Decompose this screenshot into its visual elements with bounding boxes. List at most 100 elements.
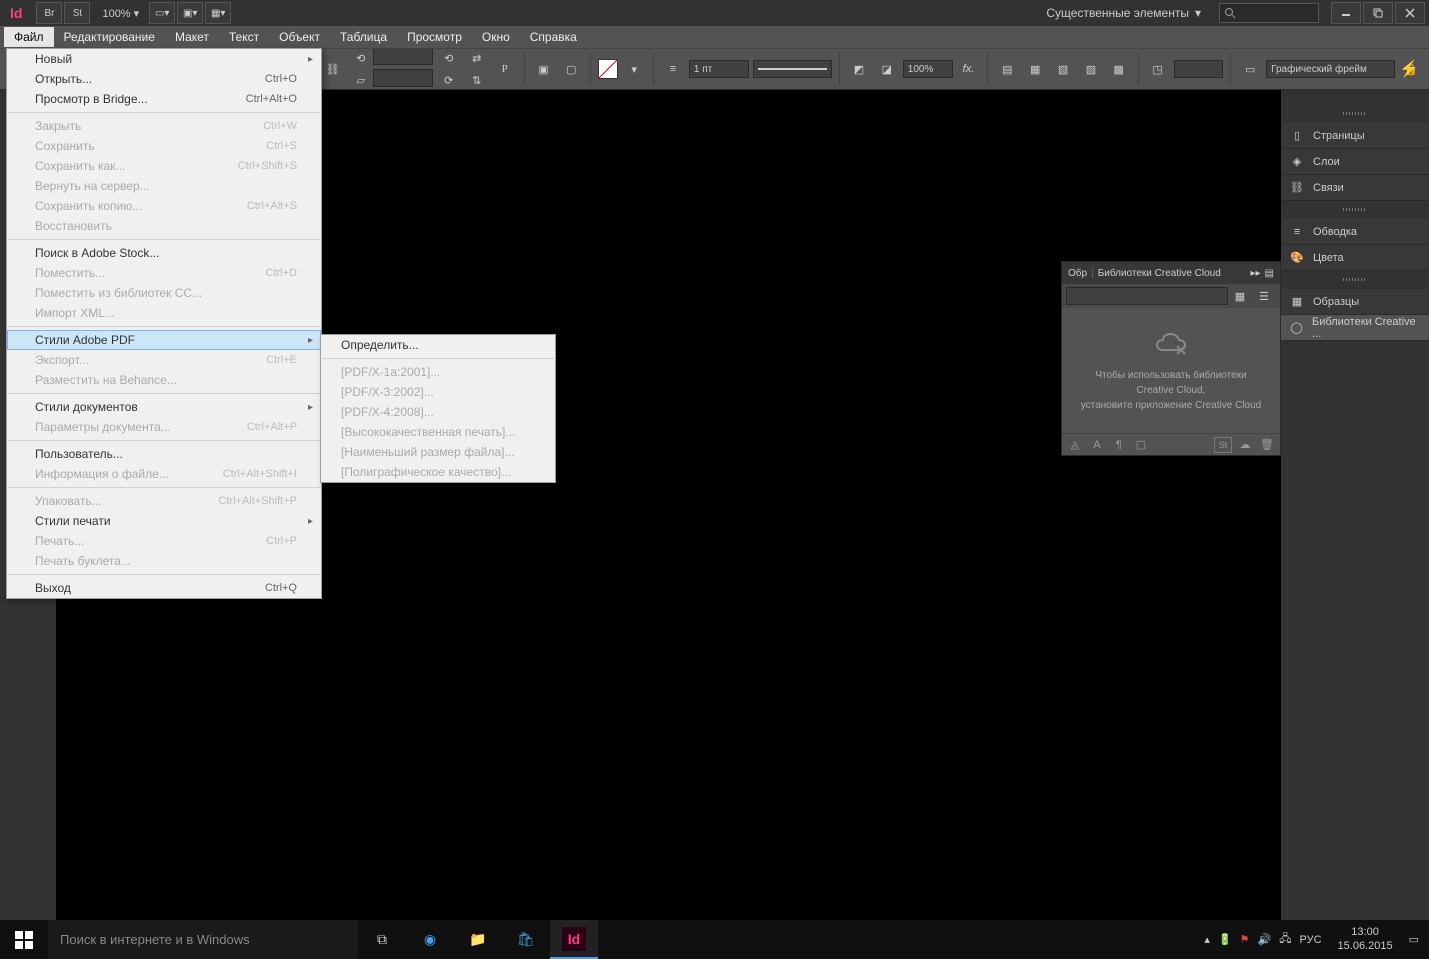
close-button[interactable] [1395,2,1425,24]
zoom-level[interactable]: 100% ▾ [102,7,139,20]
menu-редактирование[interactable]: Редактирование [54,27,165,47]
text-wrap-bound-icon[interactable]: ▦ [1024,59,1046,79]
tray-network-icon[interactable]: 🖧 [1279,930,1291,949]
text-wrap-jump-icon[interactable]: ▨ [1080,59,1102,79]
cc-foot-trash-icon[interactable]: 🗑 [1258,437,1276,453]
taskbar-explorer-icon[interactable]: 📁 [454,920,502,959]
panel-color[interactable]: 🎨Цвета [1281,245,1429,271]
menu-текст[interactable]: Текст [219,27,269,47]
taskbar-search[interactable]: Поиск в интернете и в Windows [48,920,358,959]
corner-options-icon[interactable]: ◳ [1147,59,1169,79]
panel-cc-libraries[interactable]: ◯Библиотеки Creative ... [1281,315,1429,341]
text-wrap-column-icon[interactable]: ▩ [1108,59,1130,79]
cc-foot-color-icon[interactable]: ▢ [1132,437,1150,453]
cc-foot-artwork-icon[interactable]: ◬ [1066,437,1084,453]
text-wrap-shape-icon[interactable]: ▧ [1052,59,1074,79]
menu-таблица[interactable]: Таблица [330,27,397,47]
start-button[interactable] [0,920,48,959]
convert-shape-icon[interactable]: ▭ [1239,59,1261,79]
menu-item-label: Информация о файле... [35,467,169,481]
file-menu-item[interactable]: Новый [7,49,321,69]
maximize-button[interactable] [1363,2,1393,24]
file-menu-item[interactable]: Стили Adobe PDF [7,330,321,350]
pages-icon: ▯ [1289,128,1305,144]
workspace-switcher[interactable]: Существенные элементы▾ [1038,4,1209,22]
minimize-button[interactable] [1331,2,1361,24]
cc-foot-cloud-icon[interactable]: ☁ [1236,437,1254,453]
flip-v-icon[interactable]: ⇅ [466,70,488,90]
cc-tab-left[interactable]: Обр [1068,268,1087,279]
arrange-button[interactable]: ▦▾ [205,2,231,24]
taskbar-edge-icon[interactable]: ◉ [406,920,454,959]
publish-online-icon[interactable]: ⚡ [1399,59,1419,79]
panel-links[interactable]: ⛓Связи [1281,175,1429,201]
cc-list-view-icon[interactable]: ☰ [1253,286,1275,306]
text-wrap-none-icon[interactable]: ▤ [996,59,1018,79]
fill-dropdown-icon[interactable]: ▾ [623,59,645,79]
drop-shadow-icon[interactable]: ◪ [876,59,898,79]
rotate-cw-icon[interactable]: ⟳ [438,70,460,90]
titlebar: Id Br St 100% ▾ ▭▾ ▣▾ ▦▾ Существенные эл… [0,0,1429,26]
stroke-weight-field[interactable]: 1 пт [689,60,749,78]
pdf-submenu-item[interactable]: Определить... [321,335,555,355]
menu-справка[interactable]: Справка [520,27,587,47]
rotate-ccw-icon[interactable]: ⟲ [438,48,460,68]
cc-foot-char-icon[interactable]: A [1088,437,1106,453]
file-menu-item[interactable]: Стили документов [7,397,321,417]
rotate-field[interactable] [373,48,433,65]
tray-lang[interactable]: РУС [1300,934,1322,946]
screen-mode-button[interactable]: ▣▾ [177,2,203,24]
corner-field[interactable] [1174,60,1224,78]
cc-collapse-icon[interactable]: ▸▸ [1251,268,1261,279]
reflection-p-icon[interactable]: P [494,59,516,79]
opacity-basic-icon[interactable]: ◩ [848,59,870,79]
menu-файл[interactable]: Файл [4,27,54,47]
file-menu-item[interactable]: Поиск в Adobe Stock... [7,243,321,263]
cc-foot-stock-icon[interactable]: St [1214,437,1232,453]
panel-pages[interactable]: ▯Страницы [1281,123,1429,149]
menu-item-shortcut: Ctrl+Alt+O [246,93,297,105]
file-menu-item[interactable]: Открыть...Ctrl+O [7,69,321,89]
constrain-scale-icon[interactable]: ⛓ [322,59,344,79]
tray-up-icon[interactable]: ▴ [1204,933,1210,946]
tray-clock[interactable]: 13:00 15.06.2015 [1330,926,1401,952]
cc-library-select[interactable] [1066,287,1228,305]
cc-menu-icon[interactable]: ▤ [1265,268,1274,279]
fx-icon[interactable]: fx. [958,59,980,79]
view-options-button[interactable]: ▭▾ [149,2,175,24]
fill-swatch[interactable] [598,59,618,79]
file-menu-item[interactable]: Стили печати [7,511,321,531]
right-panel-dock: ▯Страницы ◈Слои ⛓Связи ≡Обводка 🎨Цвета ▦… [1281,105,1429,341]
select-content-icon[interactable]: ▢ [560,59,582,79]
tray-volume-icon[interactable]: 🔊 [1258,933,1272,946]
help-search[interactable] [1219,3,1319,23]
file-menu-item[interactable]: Просмотр в Bridge...Ctrl+Alt+O [7,89,321,109]
panel-layers[interactable]: ◈Слои [1281,149,1429,175]
opacity-field[interactable]: 100% [903,60,953,78]
stock-button[interactable]: St [64,2,90,24]
menu-окно[interactable]: Окно [472,27,520,47]
tray-security-icon[interactable]: ⚑ [1240,933,1250,946]
taskbar-indesign-icon[interactable]: Id [550,920,598,959]
select-container-icon[interactable]: ▣ [533,59,555,79]
stroke-style-field[interactable] [753,60,833,78]
menu-объект[interactable]: Объект [269,27,330,47]
shear-field[interactable] [373,69,433,87]
menu-макет[interactable]: Макет [165,27,219,47]
cc-foot-para-icon[interactable]: ¶ [1110,437,1128,453]
file-menu-item[interactable]: ВыходCtrl+Q [7,578,321,598]
cc-grid-view-icon[interactable]: ▦ [1229,286,1251,306]
cc-tab-title[interactable]: Библиотеки Creative Cloud [1098,268,1221,279]
swatches-icon: ▦ [1289,294,1305,310]
menu-просмотр[interactable]: Просмотр [397,27,472,47]
shape-type-field[interactable]: Графический фрейм [1266,60,1395,78]
panel-swatches[interactable]: ▦Образцы [1281,289,1429,315]
tray-notifications-icon[interactable]: ▭ [1409,933,1419,946]
flip-h-icon[interactable]: ⇄ [466,48,488,68]
taskbar-store-icon[interactable]: 🛍 [502,920,550,959]
tray-battery-icon[interactable]: 🔋 [1218,933,1232,946]
panel-stroke[interactable]: ≡Обводка [1281,219,1429,245]
task-view-icon[interactable]: ⧉ [358,920,406,959]
file-menu-item[interactable]: Пользователь... [7,444,321,464]
bridge-button[interactable]: Br [36,2,62,24]
